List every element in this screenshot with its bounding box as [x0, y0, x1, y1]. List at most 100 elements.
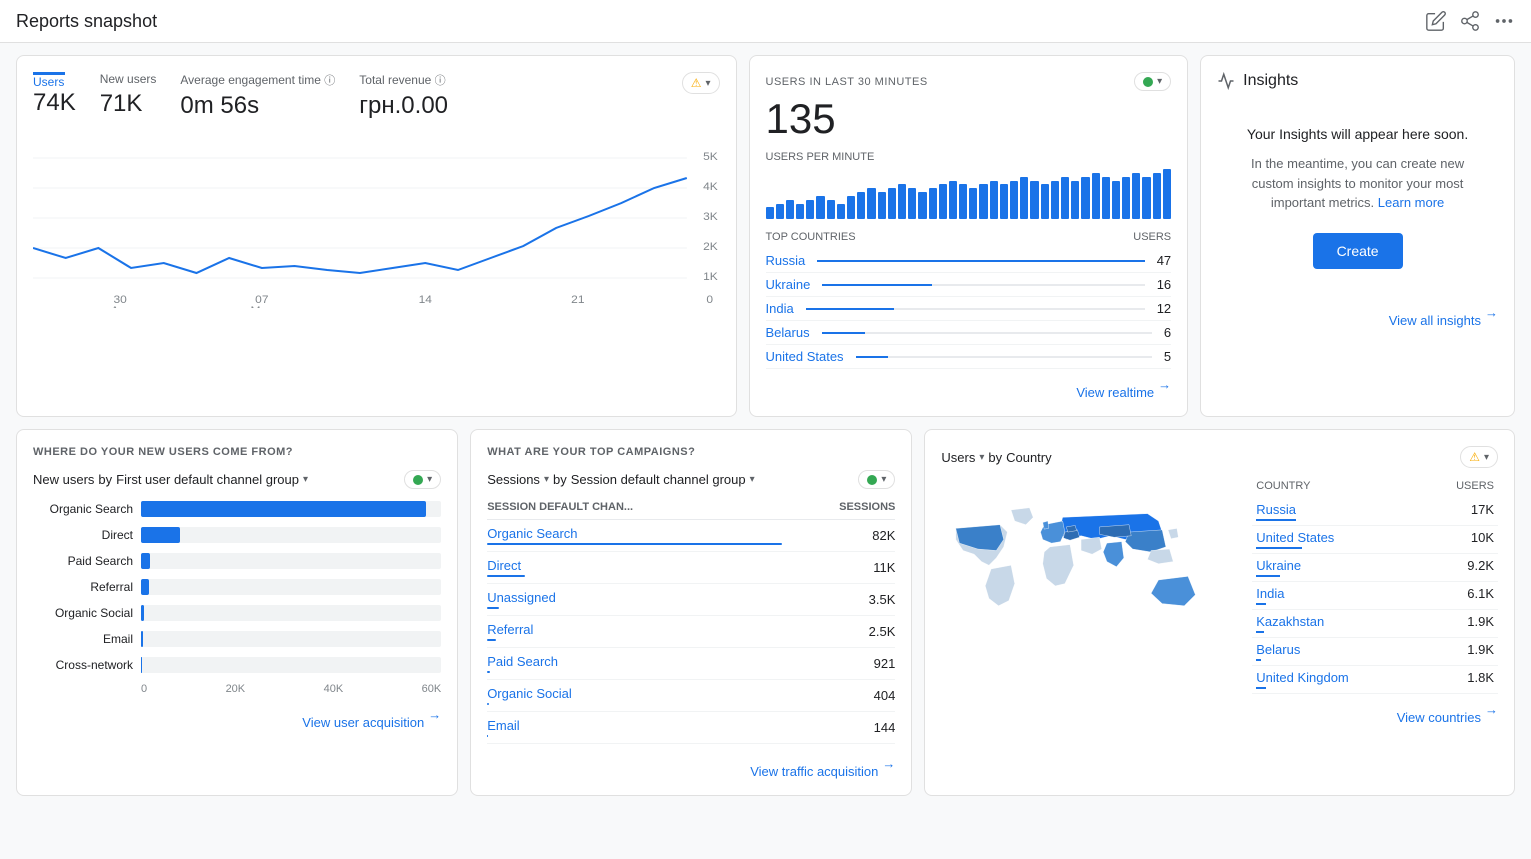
hbar-label: Email	[33, 632, 133, 646]
country-name[interactable]: India	[766, 301, 794, 316]
mini-bar	[1112, 181, 1120, 219]
geo-country-value: 1.9K	[1467, 614, 1494, 633]
users-label: Users	[33, 72, 76, 89]
camp-row-value: 3.5K	[782, 584, 896, 616]
camp-table-row: Organic Social 404	[487, 680, 895, 712]
camp-bar	[487, 639, 496, 641]
svg-text:3K: 3K	[703, 211, 718, 222]
insights-main-text: Your Insights will appear here soon.	[1233, 126, 1482, 142]
camp-table-row: Paid Search 921	[487, 648, 895, 680]
hbar-label: Paid Search	[33, 554, 133, 568]
view-user-acquisition-link[interactable]: View user acquisition	[302, 715, 424, 730]
country-name[interactable]: United States	[766, 349, 844, 364]
view-countries-link[interactable]: View countries	[1397, 710, 1481, 725]
line-chart-svg: 5K 4K 3K 2K 1K 0 30 Apr 07 May 14 21	[33, 128, 720, 308]
geo-bar	[1256, 603, 1266, 605]
svg-text:30: 30	[114, 294, 127, 305]
geo-country-name[interactable]: Kazakhstan	[1256, 614, 1324, 629]
geo-country-col: Russia	[1256, 502, 1296, 521]
svg-text:4K: 4K	[703, 181, 718, 192]
geo-country-name[interactable]: Russia	[1256, 502, 1296, 517]
learn-more-link[interactable]: Learn more	[1378, 195, 1444, 210]
country-row: Ukraine 16	[766, 273, 1172, 297]
total-revenue-value: грн.0.00	[359, 92, 448, 120]
svg-text:14: 14	[419, 294, 433, 305]
geo-table-row: Belarus 1.9K	[1252, 638, 1498, 666]
mini-bar	[847, 196, 855, 219]
geo-country-name[interactable]: Ukraine	[1256, 558, 1301, 573]
acquisition-selector[interactable]: New users by First user default channel …	[33, 472, 308, 487]
geo-country-col: United Kingdom	[1256, 670, 1349, 689]
camp-row-value: 2.5K	[782, 616, 896, 648]
realtime-status-badge[interactable]: ▾	[1134, 72, 1171, 91]
axis-label: 20K	[226, 683, 246, 695]
warning-badge[interactable]: ⚠ ▾	[682, 72, 720, 94]
geo-table-row: United Kingdom 1.8K	[1252, 666, 1498, 694]
country-name[interactable]: Russia	[766, 253, 806, 268]
mini-bar	[1030, 181, 1038, 219]
mini-bar	[1092, 173, 1100, 219]
camp-status-badge[interactable]: ▾	[858, 470, 895, 489]
country-bar-track	[822, 284, 1144, 286]
metrics-row: Users 74K New users 71K Average engageme…	[33, 72, 720, 120]
country-value: 16	[1157, 277, 1171, 292]
insights-chart-icon	[1217, 72, 1235, 90]
geo-country-col: United States	[1256, 530, 1334, 549]
svg-text:07: 07	[255, 294, 268, 305]
share-icon[interactable]	[1459, 10, 1481, 32]
hbar-row: Cross-network	[33, 657, 441, 673]
geo-data-table: COUNTRY USERS Russia 17K United States 1…	[1252, 480, 1498, 694]
geo-country-name[interactable]: United States	[1256, 530, 1334, 545]
camp-bar	[487, 735, 488, 737]
country-name[interactable]: Belarus	[766, 325, 810, 340]
mini-bar	[1163, 169, 1171, 219]
view-realtime-link[interactable]: View realtime	[1076, 385, 1154, 400]
mini-bar	[837, 204, 845, 219]
view-traffic-acquisition-link[interactable]: View traffic acquisition	[750, 764, 878, 779]
mini-bar	[1132, 173, 1140, 219]
campaigns-selector[interactable]: Sessions ▾ by Session default channel gr…	[487, 472, 754, 487]
map-card: Users ▾ by Country ⚠ ▾	[924, 429, 1515, 796]
mini-bar	[776, 204, 784, 219]
country-name[interactable]: Ukraine	[766, 277, 811, 292]
map-selector[interactable]: Users ▾ by Country	[941, 450, 1051, 465]
view-all-insights-link[interactable]: View all insights	[1389, 313, 1481, 328]
insights-header: Insights	[1217, 72, 1498, 90]
users-chart: 5K 4K 3K 2K 1K 0 30 Apr 07 May 14 21	[33, 128, 720, 308]
users-card-actions: ⚠ ▾	[682, 72, 720, 94]
map-status-badge[interactable]: ⚠ ▾	[1460, 446, 1498, 468]
geo-country-col: Ukraine	[1256, 558, 1301, 577]
mini-bar	[1142, 177, 1150, 219]
edit-icon[interactable]	[1425, 10, 1447, 32]
geo-country-name[interactable]: Belarus	[1256, 642, 1300, 657]
country-bar-track	[856, 356, 1152, 358]
arrow-icon-acq: →	[428, 707, 441, 730]
campaigns-table: SESSION DEFAULT CHAN... SESSIONS Organic…	[487, 501, 895, 744]
mini-bar	[1122, 177, 1130, 219]
camp-table-row: Unassigned 3.5K	[487, 584, 895, 616]
mini-bar	[796, 204, 804, 219]
country-bar-track	[806, 308, 1145, 310]
geo-table-rows: Russia 17K United States 10K Ukraine 9.2…	[1252, 498, 1498, 694]
arrow-icon-camp: →	[882, 756, 895, 779]
hbar-fill	[141, 501, 426, 517]
geo-country-name[interactable]: United Kingdom	[1256, 670, 1349, 685]
hbar-fill	[141, 605, 144, 621]
axis-label: 0	[141, 683, 147, 695]
mini-bar	[878, 192, 886, 219]
geo-country-name[interactable]: India	[1256, 586, 1284, 601]
camp-row-name: Organic Search	[487, 520, 782, 552]
more-icon[interactable]	[1493, 10, 1515, 32]
hbar-row: Organic Search	[33, 501, 441, 517]
page-title: Reports snapshot	[16, 11, 157, 32]
users-metric: Users 74K	[33, 72, 76, 117]
mini-bar	[816, 196, 824, 219]
dropdown-arrow-rt: ▾	[1157, 76, 1162, 87]
status-dot-camp	[867, 475, 877, 485]
svg-text:2K: 2K	[703, 241, 718, 252]
axis-label: 40K	[324, 683, 344, 695]
acq-status-badge[interactable]: ▾	[404, 470, 441, 489]
geo-table-row: Ukraine 9.2K	[1252, 554, 1498, 582]
create-insights-button[interactable]: Create	[1313, 233, 1403, 269]
country-row: United States 5	[766, 345, 1172, 369]
